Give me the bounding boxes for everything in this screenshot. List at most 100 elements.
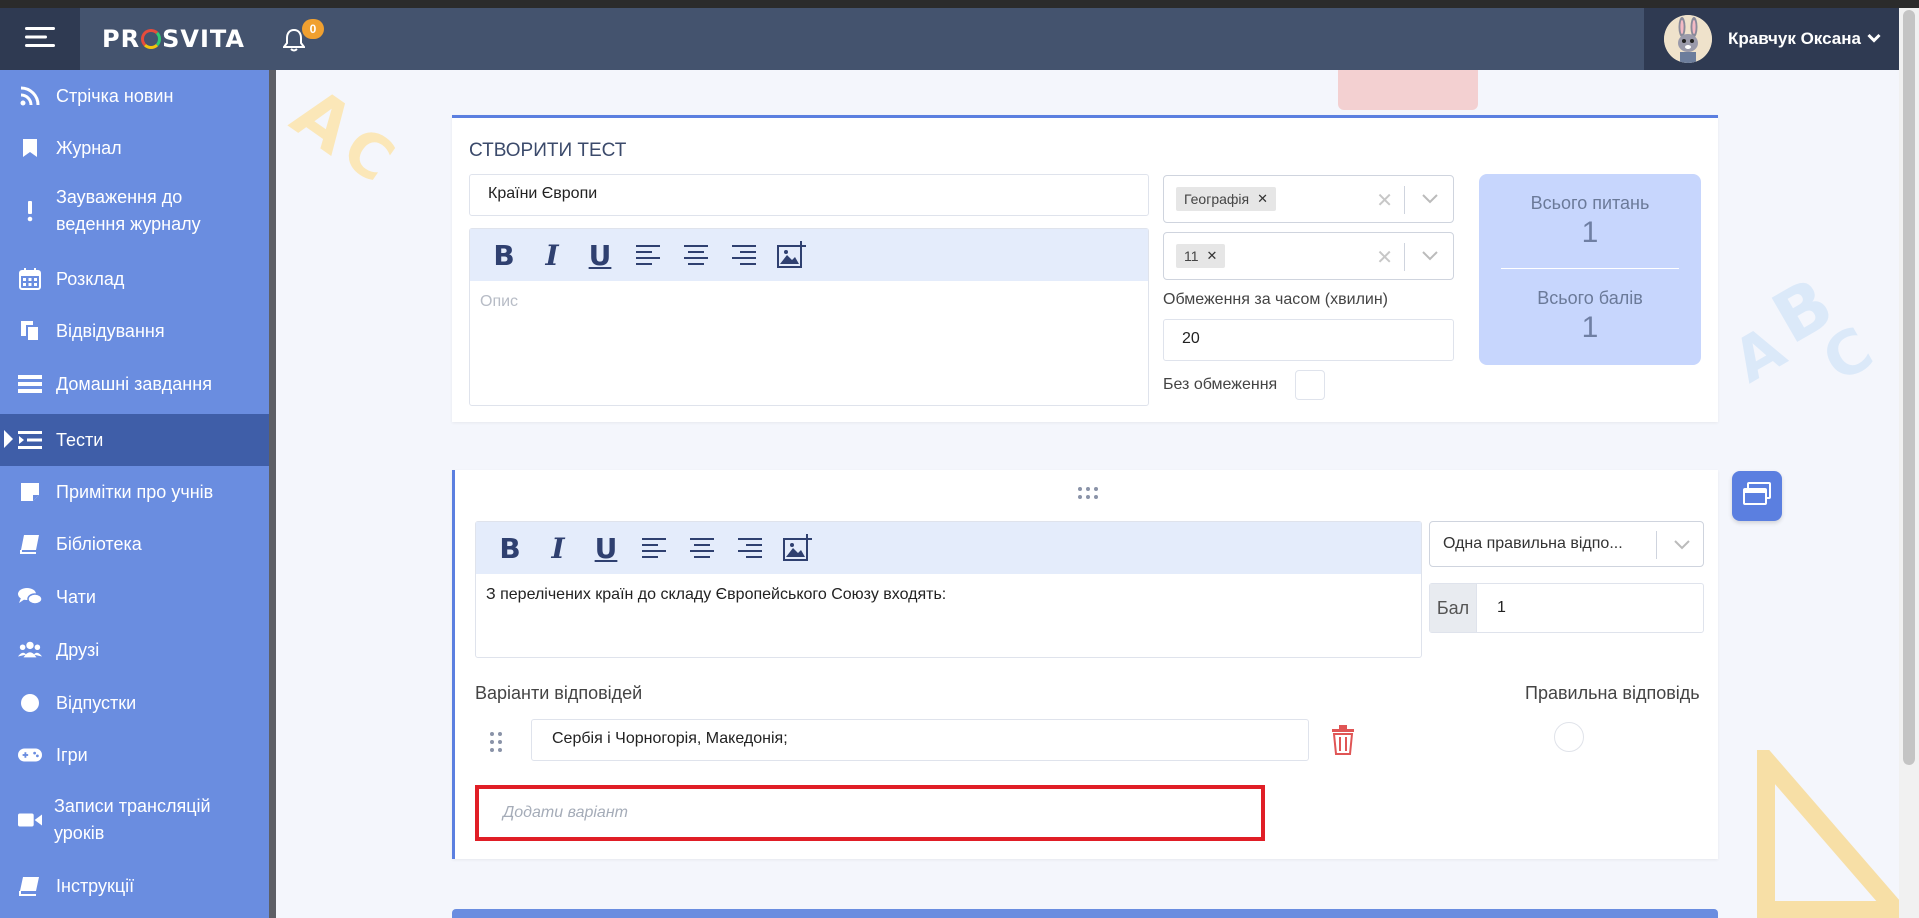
sidebar-item-student-notes[interactable]: Примітки про учнів xyxy=(0,478,269,506)
align-right-button[interactable] xyxy=(726,528,774,568)
italic-button[interactable]: I xyxy=(534,528,582,568)
test-name-input[interactable]: Країни Європи xyxy=(469,174,1149,216)
sidebar-item-homework[interactable]: Домашні завдання xyxy=(0,370,269,398)
subject-select[interactable]: Географія ✕ ✕ xyxy=(1163,175,1454,223)
sidebar-item-vacations[interactable]: Відпустки xyxy=(0,689,269,717)
chevron-down-icon[interactable] xyxy=(1421,191,1439,209)
question-card: B I U З перелічених країн до складу Євро… xyxy=(452,470,1718,859)
clear-icon[interactable]: ✕ xyxy=(1376,245,1393,270)
underline-button[interactable]: U xyxy=(582,528,630,568)
total-questions-value: 1 xyxy=(1581,216,1599,249)
select-separator xyxy=(1404,243,1405,271)
video-icon xyxy=(18,808,42,832)
calendar-icon xyxy=(18,267,42,291)
scrollbar-thumb[interactable] xyxy=(1903,10,1915,765)
question-type-select[interactable]: Одна правильна відпо... xyxy=(1429,521,1704,567)
answers-label: Варіанти відповідей xyxy=(475,683,643,703)
drag-handle-icon[interactable] xyxy=(489,731,503,758)
sidebar-item-attendance[interactable]: Відвідування xyxy=(0,317,269,345)
description-editor: B I U Опис xyxy=(469,228,1149,406)
italic-icon: I xyxy=(551,531,565,565)
sidebar-item-journal[interactable]: Журнал xyxy=(0,134,269,162)
sidebar-item-label: Бібліотека xyxy=(56,533,142,554)
align-left-button[interactable] xyxy=(624,235,672,275)
sidebar-item-journal-remarks[interactable]: Зауваження до ведення журналу xyxy=(0,183,269,239)
user-menu[interactable]: Кравчук Оксана xyxy=(1644,8,1899,70)
align-left-button[interactable] xyxy=(630,528,678,568)
sidebar-item-games[interactable]: Ігри xyxy=(0,741,269,769)
sidebar-item-tests[interactable]: Тести xyxy=(0,414,269,466)
points-label: Бал xyxy=(1430,584,1477,632)
sticky-note-icon xyxy=(18,480,42,504)
align-right-icon xyxy=(738,538,762,558)
sidebar-item-label: Домашні завдання xyxy=(56,373,212,394)
bold-icon: B xyxy=(493,238,515,272)
page-title: СТВОРИТИ ТЕСТ xyxy=(469,140,627,161)
description-placeholder[interactable]: Опис xyxy=(470,281,1148,323)
browser-top-strip xyxy=(0,0,1919,8)
insert-image-button[interactable] xyxy=(774,528,822,568)
remove-tag-icon[interactable]: ✕ xyxy=(1257,191,1268,207)
book-open-icon xyxy=(18,874,42,898)
image-add-icon xyxy=(783,534,812,561)
test-stats-panel: Всього питань 1 Всього балів 1 xyxy=(1479,174,1701,365)
menu-toggle-button[interactable] xyxy=(0,8,80,70)
total-points-value: 1 xyxy=(1581,311,1599,344)
no-limit-checkbox[interactable] xyxy=(1295,370,1325,400)
bookmark-icon xyxy=(18,136,42,160)
bold-button[interactable]: B xyxy=(486,528,534,568)
grade-select[interactable]: 11 ✕ ✕ xyxy=(1163,232,1454,280)
question-text[interactable]: З перелічених країн до складу Європейськ… xyxy=(476,574,1421,616)
align-center-button[interactable] xyxy=(672,235,720,275)
chevron-down-icon[interactable] xyxy=(1421,248,1439,266)
total-points-label: Всього балів xyxy=(1537,288,1643,308)
insert-image-button[interactable] xyxy=(768,235,816,275)
rss-icon xyxy=(18,84,42,108)
sidebar-item-library[interactable]: Бібліотека xyxy=(0,530,269,558)
add-variant-input[interactable]: Додати варіант xyxy=(475,785,1265,841)
sidebar-item-label: Ігри xyxy=(56,744,88,765)
collapse-questions-button[interactable] xyxy=(1732,471,1782,521)
test-list-icon xyxy=(18,428,42,452)
drag-dots-icon[interactable] xyxy=(1077,486,1099,505)
trash-icon[interactable] xyxy=(1331,725,1355,760)
correct-answer-label: Правильна відповідь xyxy=(1525,683,1700,703)
active-indicator-icon xyxy=(4,430,13,448)
sidebar-item-label: Інструкції xyxy=(56,875,135,896)
answer-option-input[interactable]: Сербія і Чорногорія, Македонія; xyxy=(531,719,1309,761)
chevron-down-icon xyxy=(1867,30,1881,48)
page-scrollbar[interactable] xyxy=(1899,8,1919,918)
italic-button[interactable]: I xyxy=(528,235,576,275)
remove-tag-icon[interactable]: ✕ xyxy=(1207,248,1218,264)
clear-icon[interactable]: ✕ xyxy=(1376,188,1393,213)
align-center-button[interactable] xyxy=(678,528,726,568)
editor-toolbar: B I U xyxy=(470,229,1148,281)
sidebar-item-friends[interactable]: Друзі xyxy=(0,636,269,664)
sidebar-item-chats[interactable]: Чати xyxy=(0,583,269,611)
sidebar-item-label: Журнал xyxy=(56,137,122,158)
correct-answer-radio[interactable] xyxy=(1554,722,1584,752)
sidebar-item-news-feed[interactable]: Стрічка новин xyxy=(0,82,269,110)
italic-icon: I xyxy=(545,238,559,272)
bold-button[interactable]: B xyxy=(480,235,528,275)
users-icon xyxy=(18,638,42,662)
underline-button[interactable]: U xyxy=(576,235,624,275)
points-input[interactable]: 1 xyxy=(1477,584,1506,632)
sidebar-item-instructions[interactable]: Інструкції xyxy=(0,872,269,900)
copy-icon xyxy=(18,319,42,343)
sidebar-item-lesson-recordings[interactable]: Записи трансляцій уроків xyxy=(0,792,269,848)
align-right-button[interactable] xyxy=(720,235,768,275)
sidebar-item-label: Чати xyxy=(56,586,96,607)
select-separator xyxy=(1656,531,1657,559)
sidebar-item-label: Тести xyxy=(56,429,104,450)
time-limit-input[interactable]: 20 xyxy=(1163,319,1454,361)
sidebar-scrollbar[interactable] xyxy=(269,70,276,918)
bold-icon: B xyxy=(499,531,521,565)
sidebar-item-schedule[interactable]: Розклад xyxy=(0,265,269,293)
next-section-card xyxy=(452,909,1718,918)
chevron-down-icon xyxy=(1673,537,1691,555)
prosvita-logo[interactable]: PR SVITA xyxy=(102,25,245,53)
points-field: Бал 1 xyxy=(1429,583,1704,633)
sidebar-item-label: Стрічка новин xyxy=(56,85,174,106)
time-limit-label: Обмеження за часом (хвилин) xyxy=(1163,291,1388,308)
